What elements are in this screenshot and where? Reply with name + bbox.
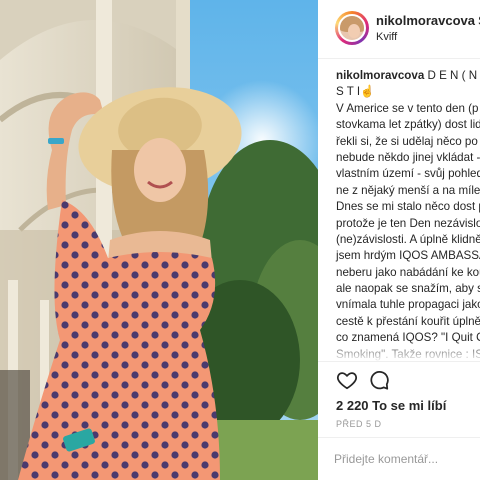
caption-line: nebude někdo jinej vkládat - xyxy=(336,150,480,166)
caption-text: vlastním území - svůj pohled xyxy=(336,167,480,181)
caption-line: ale naopak se snažím, aby s xyxy=(336,281,480,297)
more-indicator[interactable]: · S xyxy=(470,13,480,28)
post-username[interactable]: nikolmoravcova xyxy=(376,13,475,28)
caption-text: nebude někdo jinej vkládat - xyxy=(336,150,480,164)
caption-text: (ne)závislosti. A úplně klidně xyxy=(336,232,480,246)
caption-text: V Americe se v tento den (p xyxy=(336,101,479,115)
post-header: nikolmoravcova · S Kviff xyxy=(318,0,480,59)
caption-text: cestě k přestání kouřit úplně xyxy=(336,314,480,328)
caption-line: vnímala tuhle propagaci jako xyxy=(336,297,480,313)
caption-line: ne z nějaký menší a na míle xyxy=(336,183,480,199)
caption-line: řekli si, že si udělaj něco po xyxy=(336,134,480,150)
caption-text: D E N ( N E xyxy=(427,69,480,82)
caption-fade xyxy=(318,340,480,362)
caption-text: protože je ten Den nezávislo xyxy=(336,216,480,230)
caption-line: V Americe se v tento den (p xyxy=(336,101,480,117)
speech-bubble-icon[interactable] xyxy=(368,369,390,391)
caption-line: neberu jako nabádání ke kou xyxy=(336,265,480,281)
post-sidebar: nikolmoravcova · S Kviff nikolmoravcova … xyxy=(318,0,480,480)
caption-line: Dnes se mi stalo něco dost p xyxy=(336,199,480,215)
post-photo[interactable] xyxy=(0,0,318,480)
heart-outline-icon[interactable] xyxy=(336,369,358,391)
likes-count[interactable]: 2 220 To se mi líbí xyxy=(336,398,446,413)
avatar-image xyxy=(338,14,366,42)
caption-line: cestě k přestání kouřit úplně xyxy=(336,314,480,330)
post-actions xyxy=(318,361,480,396)
caption-line: nikolmoravcova D E N ( N E xyxy=(336,68,480,84)
caption-line: stovkama let zpátky) dost lid xyxy=(336,117,480,133)
caption-text: vnímala tuhle propagaci jako xyxy=(336,298,480,312)
caption-username[interactable]: nikolmoravcova xyxy=(336,69,424,82)
comment-input[interactable] xyxy=(334,450,474,468)
caption-text: S T I☝️ xyxy=(336,85,375,99)
post-location[interactable]: Kviff xyxy=(376,31,397,43)
caption-text: řekli si, že si udělaj něco po xyxy=(336,134,478,148)
caption-line: protože je ten Den nezávislo xyxy=(336,216,480,232)
caption-line: vlastním území - svůj pohled xyxy=(336,166,480,182)
photo-illustration xyxy=(0,0,318,480)
caption-text: jsem hrdým IQOS AMBASSA xyxy=(336,249,480,263)
avatar[interactable] xyxy=(335,11,369,45)
caption-line: (ne)závislosti. A úplně klidně xyxy=(336,232,480,248)
caption-line: S T I☝️ xyxy=(336,84,480,100)
caption-text: stovkama let zpátky) dost lid xyxy=(336,118,480,132)
caption-line: jsem hrdým IQOS AMBASSA xyxy=(336,248,480,264)
caption-text: ne z nějaký menší a na míle xyxy=(336,183,480,197)
caption-text: Dnes se mi stalo něco dost p xyxy=(336,200,480,214)
comment-bar xyxy=(318,437,480,480)
caption-text: ale naopak se snažím, aby s xyxy=(336,282,480,296)
caption-text: neberu jako nabádání ke kou xyxy=(336,265,480,279)
post-date[interactable]: PŘED 5 D xyxy=(336,419,382,429)
